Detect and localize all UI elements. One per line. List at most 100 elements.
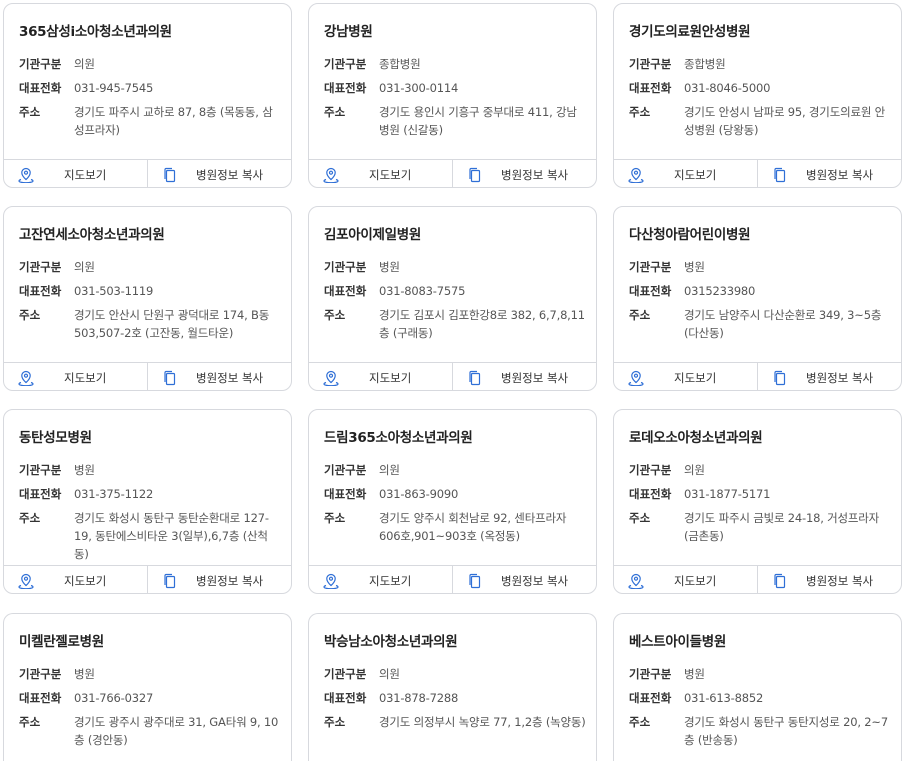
type-value: 병원: [684, 260, 705, 274]
address-value: 경기도 파주시 교하로 87, 8층 (목동동, 삼성프라자): [74, 105, 273, 137]
address-value: 경기도 양주시 회천남로 92, 센타프라자 606호,901~903호 (옥정…: [379, 511, 567, 543]
map-button[interactable]: 지도보기: [614, 160, 757, 187]
copy-button-label: 병원정보 복사: [806, 371, 874, 385]
copy-button-label: 병원정보 복사: [806, 574, 874, 588]
map-button[interactable]: 지도보기: [4, 160, 147, 187]
phone-row: 대표전화 031-8046-5000: [629, 79, 891, 97]
type-value: 종합병원: [684, 57, 726, 71]
map-button[interactable]: 지도보기: [614, 363, 757, 390]
map-button-label: 지도보기: [369, 168, 412, 182]
phone-value: 031-1877-5171: [684, 487, 771, 501]
hospital-card: 베스트아이들병원 기관구분 병원 대표전화 031-613-8852 주소 경기도 화…: [613, 613, 902, 761]
type-label: 기관구분: [324, 57, 367, 71]
phone-label: 대표전화: [19, 487, 62, 501]
map-pin-icon: [323, 167, 339, 183]
phone-label: 대표전화: [629, 284, 672, 298]
type-row: 기관구분 병원: [324, 258, 586, 276]
type-label: 기관구분: [629, 667, 672, 681]
type-label: 기관구분: [324, 667, 367, 681]
hospital-card: 박승남소아청소년과의원 기관구분 의원 대표전화 031-878-7288 주소 경기…: [308, 613, 597, 761]
copy-info-button[interactable]: 병원정보 복사: [452, 566, 596, 593]
type-row: 기관구분 의원: [324, 461, 586, 479]
card-actions: 지도보기 병원정보 복사: [309, 362, 596, 390]
map-button-label: 지도보기: [674, 168, 717, 182]
address-label: 주소: [324, 308, 346, 322]
phone-value: 031-375-1122: [74, 487, 154, 501]
copy-info-button[interactable]: 병원정보 복사: [147, 363, 291, 390]
address-row: 주소 경기도 의정부시 녹양로 77, 1,2층 (녹양동): [324, 713, 586, 731]
copy-icon: [774, 167, 786, 183]
card-actions: 지도보기 병원정보 복사: [4, 362, 291, 390]
copy-button-label: 병원정보 복사: [501, 371, 569, 385]
map-button[interactable]: 지도보기: [309, 363, 452, 390]
phone-row: 대표전화 031-863-9090: [324, 485, 586, 503]
copy-info-button[interactable]: 병원정보 복사: [757, 160, 901, 187]
phone-row: 대표전화 031-945-7545: [19, 79, 281, 97]
copy-icon: [469, 573, 481, 589]
type-row: 기관구분 병원: [19, 665, 281, 683]
phone-label: 대표전화: [19, 691, 62, 705]
map-button-label: 지도보기: [674, 574, 717, 588]
phone-value: 031-503-1119: [74, 284, 154, 298]
address-value: 경기도 파주시 금빛로 24-18, 거성프라자 (금촌동): [684, 511, 880, 543]
phone-row: 대표전화 031-503-1119: [19, 282, 281, 300]
copy-info-button[interactable]: 병원정보 복사: [452, 363, 596, 390]
type-label: 기관구분: [629, 57, 672, 71]
map-button[interactable]: 지도보기: [4, 363, 147, 390]
phone-value: 0315233980: [684, 284, 756, 298]
map-pin-icon: [18, 573, 34, 589]
hospital-name: 다산청아람어린이병원: [629, 227, 751, 243]
type-value: 병원: [74, 463, 95, 477]
card-actions: 지도보기 병원정보 복사: [614, 159, 901, 187]
address-row: 주소 경기도 파주시 교하로 87, 8층 (목동동, 삼성프라자): [19, 103, 281, 139]
map-button[interactable]: 지도보기: [309, 566, 452, 593]
hospital-name: 강남병원: [324, 24, 373, 40]
address-label: 주소: [19, 105, 41, 119]
hospital-name: 고잔연세소아청소년과의원: [19, 227, 165, 243]
map-pin-icon: [323, 573, 339, 589]
map-pin-icon: [628, 370, 644, 386]
phone-row: 대표전화 031-375-1122: [19, 485, 281, 503]
phone-row: 대표전화 031-613-8852: [629, 689, 891, 707]
copy-info-button[interactable]: 병원정보 복사: [147, 160, 291, 187]
map-pin-icon: [18, 370, 34, 386]
copy-info-button[interactable]: 병원정보 복사: [757, 363, 901, 390]
copy-button-label: 병원정보 복사: [196, 168, 264, 182]
hospital-name: 365삼성i소아청소년과의원: [19, 24, 172, 40]
address-row: 주소 경기도 광주시 광주대로 31, GA타워 9, 10층 (경안동): [19, 713, 281, 749]
hospital-card: 김포아이제일병원 기관구분 병원 대표전화 031-8083-7575 주소 경기도 …: [308, 206, 597, 391]
map-button[interactable]: 지도보기: [309, 160, 452, 187]
copy-info-button[interactable]: 병원정보 복사: [452, 160, 596, 187]
copy-button-label: 병원정보 복사: [196, 574, 264, 588]
type-label: 기관구분: [19, 57, 62, 71]
type-label: 기관구분: [629, 260, 672, 274]
map-pin-icon: [628, 573, 644, 589]
map-pin-icon: [18, 167, 34, 183]
phone-label: 대표전화: [324, 284, 367, 298]
map-button-label: 지도보기: [674, 371, 717, 385]
type-value: 병원: [379, 260, 400, 274]
copy-icon: [469, 167, 481, 183]
copy-button-label: 병원정보 복사: [196, 371, 264, 385]
phone-label: 대표전화: [324, 691, 367, 705]
map-button[interactable]: 지도보기: [4, 566, 147, 593]
card-actions: 지도보기 병원정보 복사: [4, 565, 291, 593]
type-value: 종합병원: [379, 57, 421, 71]
phone-value: 031-8046-5000: [684, 81, 771, 95]
hospital-name: 드림365소아청소년과의원: [324, 430, 473, 446]
type-row: 기관구분 병원: [629, 665, 891, 683]
type-label: 기관구분: [629, 463, 672, 477]
phone-label: 대표전화: [629, 81, 672, 95]
phone-value: 031-300-0114: [379, 81, 459, 95]
hospital-name: 로데오소아청소년과의원: [629, 430, 763, 446]
copy-info-button[interactable]: 병원정보 복사: [147, 566, 291, 593]
address-label: 주소: [324, 715, 346, 729]
hospital-card: 경기도의료원안성병원 기관구분 종합병원 대표전화 031-8046-5000 주소…: [613, 3, 902, 188]
map-button[interactable]: 지도보기: [614, 566, 757, 593]
map-pin-icon: [628, 167, 644, 183]
hospital-name: 박승남소아청소년과의원: [324, 634, 458, 650]
copy-info-button[interactable]: 병원정보 복사: [757, 566, 901, 593]
copy-icon: [774, 573, 786, 589]
address-row: 주소 경기도 파주시 금빛로 24-18, 거성프라자 (금촌동): [629, 509, 891, 545]
type-row: 기관구분 종합병원: [324, 55, 586, 73]
